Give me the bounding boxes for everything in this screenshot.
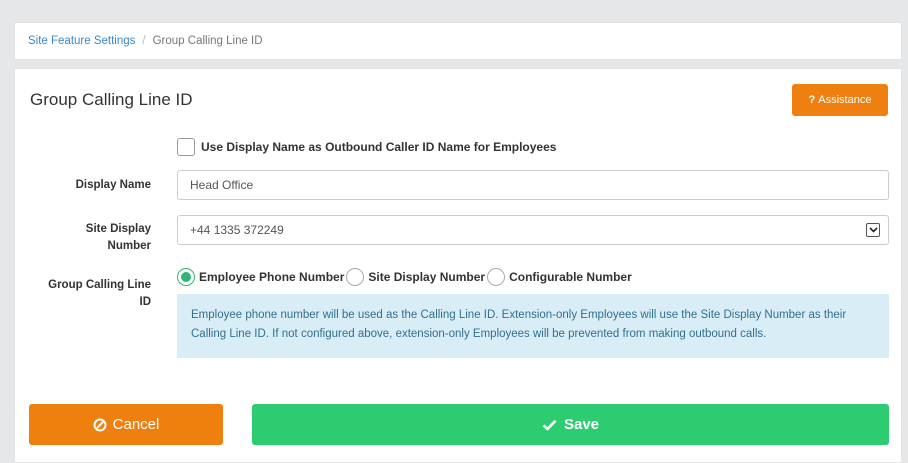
use-display-name-option[interactable]: Use Display Name as Outbound Caller ID N… bbox=[177, 138, 556, 156]
radio-option-employee-phone-number[interactable]: Employee Phone Number bbox=[177, 268, 344, 286]
radio-label-site-display-number: Site Display Number bbox=[368, 270, 486, 284]
page-title: Group Calling Line ID bbox=[30, 90, 193, 109]
breadcrumb-link-site-feature-settings[interactable]: Site Feature Settings bbox=[28, 35, 135, 47]
group-clid-radio-group: Employee Phone Number Site Display Numbe… bbox=[177, 268, 634, 286]
site-display-number-label-line-2: Number bbox=[107, 240, 151, 252]
save-button[interactable]: Save bbox=[252, 404, 889, 445]
site-display-number-value: +44 1335 372249 bbox=[190, 223, 284, 237]
radio-option-configurable-number[interactable]: Configurable Number bbox=[487, 268, 632, 286]
breadcrumb: Site Feature Settings / Group Calling Li… bbox=[14, 22, 902, 60]
cancel-icon bbox=[93, 418, 107, 431]
radio-label-employee-phone-number: Employee Phone Number bbox=[199, 270, 345, 284]
radio-option-site-display-number[interactable]: Site Display Number bbox=[346, 268, 485, 286]
checkmark-icon bbox=[542, 419, 557, 431]
group-clid-label: Group Calling Line ID bbox=[25, 277, 151, 311]
breadcrumb-separator: / bbox=[142, 35, 146, 47]
display-name-input[interactable]: Head Office bbox=[177, 170, 889, 200]
breadcrumb-current: Group Calling Line ID bbox=[152, 35, 263, 47]
question-icon: ? bbox=[808, 94, 816, 106]
site-display-number-label: Site Display Number bbox=[55, 221, 151, 255]
radio-employee-phone-number[interactable] bbox=[177, 268, 195, 286]
group-clid-label-line-1: Group Calling Line bbox=[48, 279, 151, 291]
use-display-name-checkbox[interactable] bbox=[177, 138, 195, 156]
radio-label-configurable-number: Configurable Number bbox=[509, 270, 632, 284]
group-clid-label-line-2: ID bbox=[139, 296, 152, 308]
radio-site-display-number[interactable] bbox=[346, 268, 365, 286]
display-name-value: Head Office bbox=[190, 178, 254, 192]
settings-panel: Group Calling Line ID ? Assistance Use D… bbox=[14, 68, 902, 463]
use-display-name-label: Use Display Name as Outbound Caller ID N… bbox=[201, 140, 557, 154]
radio-configurable-number[interactable] bbox=[487, 268, 506, 286]
info-alert: Employee phone number will be used as th… bbox=[177, 294, 889, 358]
cancel-label: Cancel bbox=[112, 416, 160, 433]
assistance-label: Assistance bbox=[818, 94, 872, 106]
chevron-down-icon[interactable] bbox=[866, 223, 880, 237]
display-name-label: Display Name bbox=[75, 179, 151, 191]
save-label: Save bbox=[563, 416, 600, 433]
site-display-number-select[interactable]: +44 1335 372249 bbox=[177, 215, 889, 245]
cancel-button[interactable]: Cancel bbox=[29, 404, 223, 445]
assistance-button[interactable]: ? Assistance bbox=[792, 84, 888, 116]
site-display-number-label-line-1: Site Display bbox=[85, 223, 151, 235]
